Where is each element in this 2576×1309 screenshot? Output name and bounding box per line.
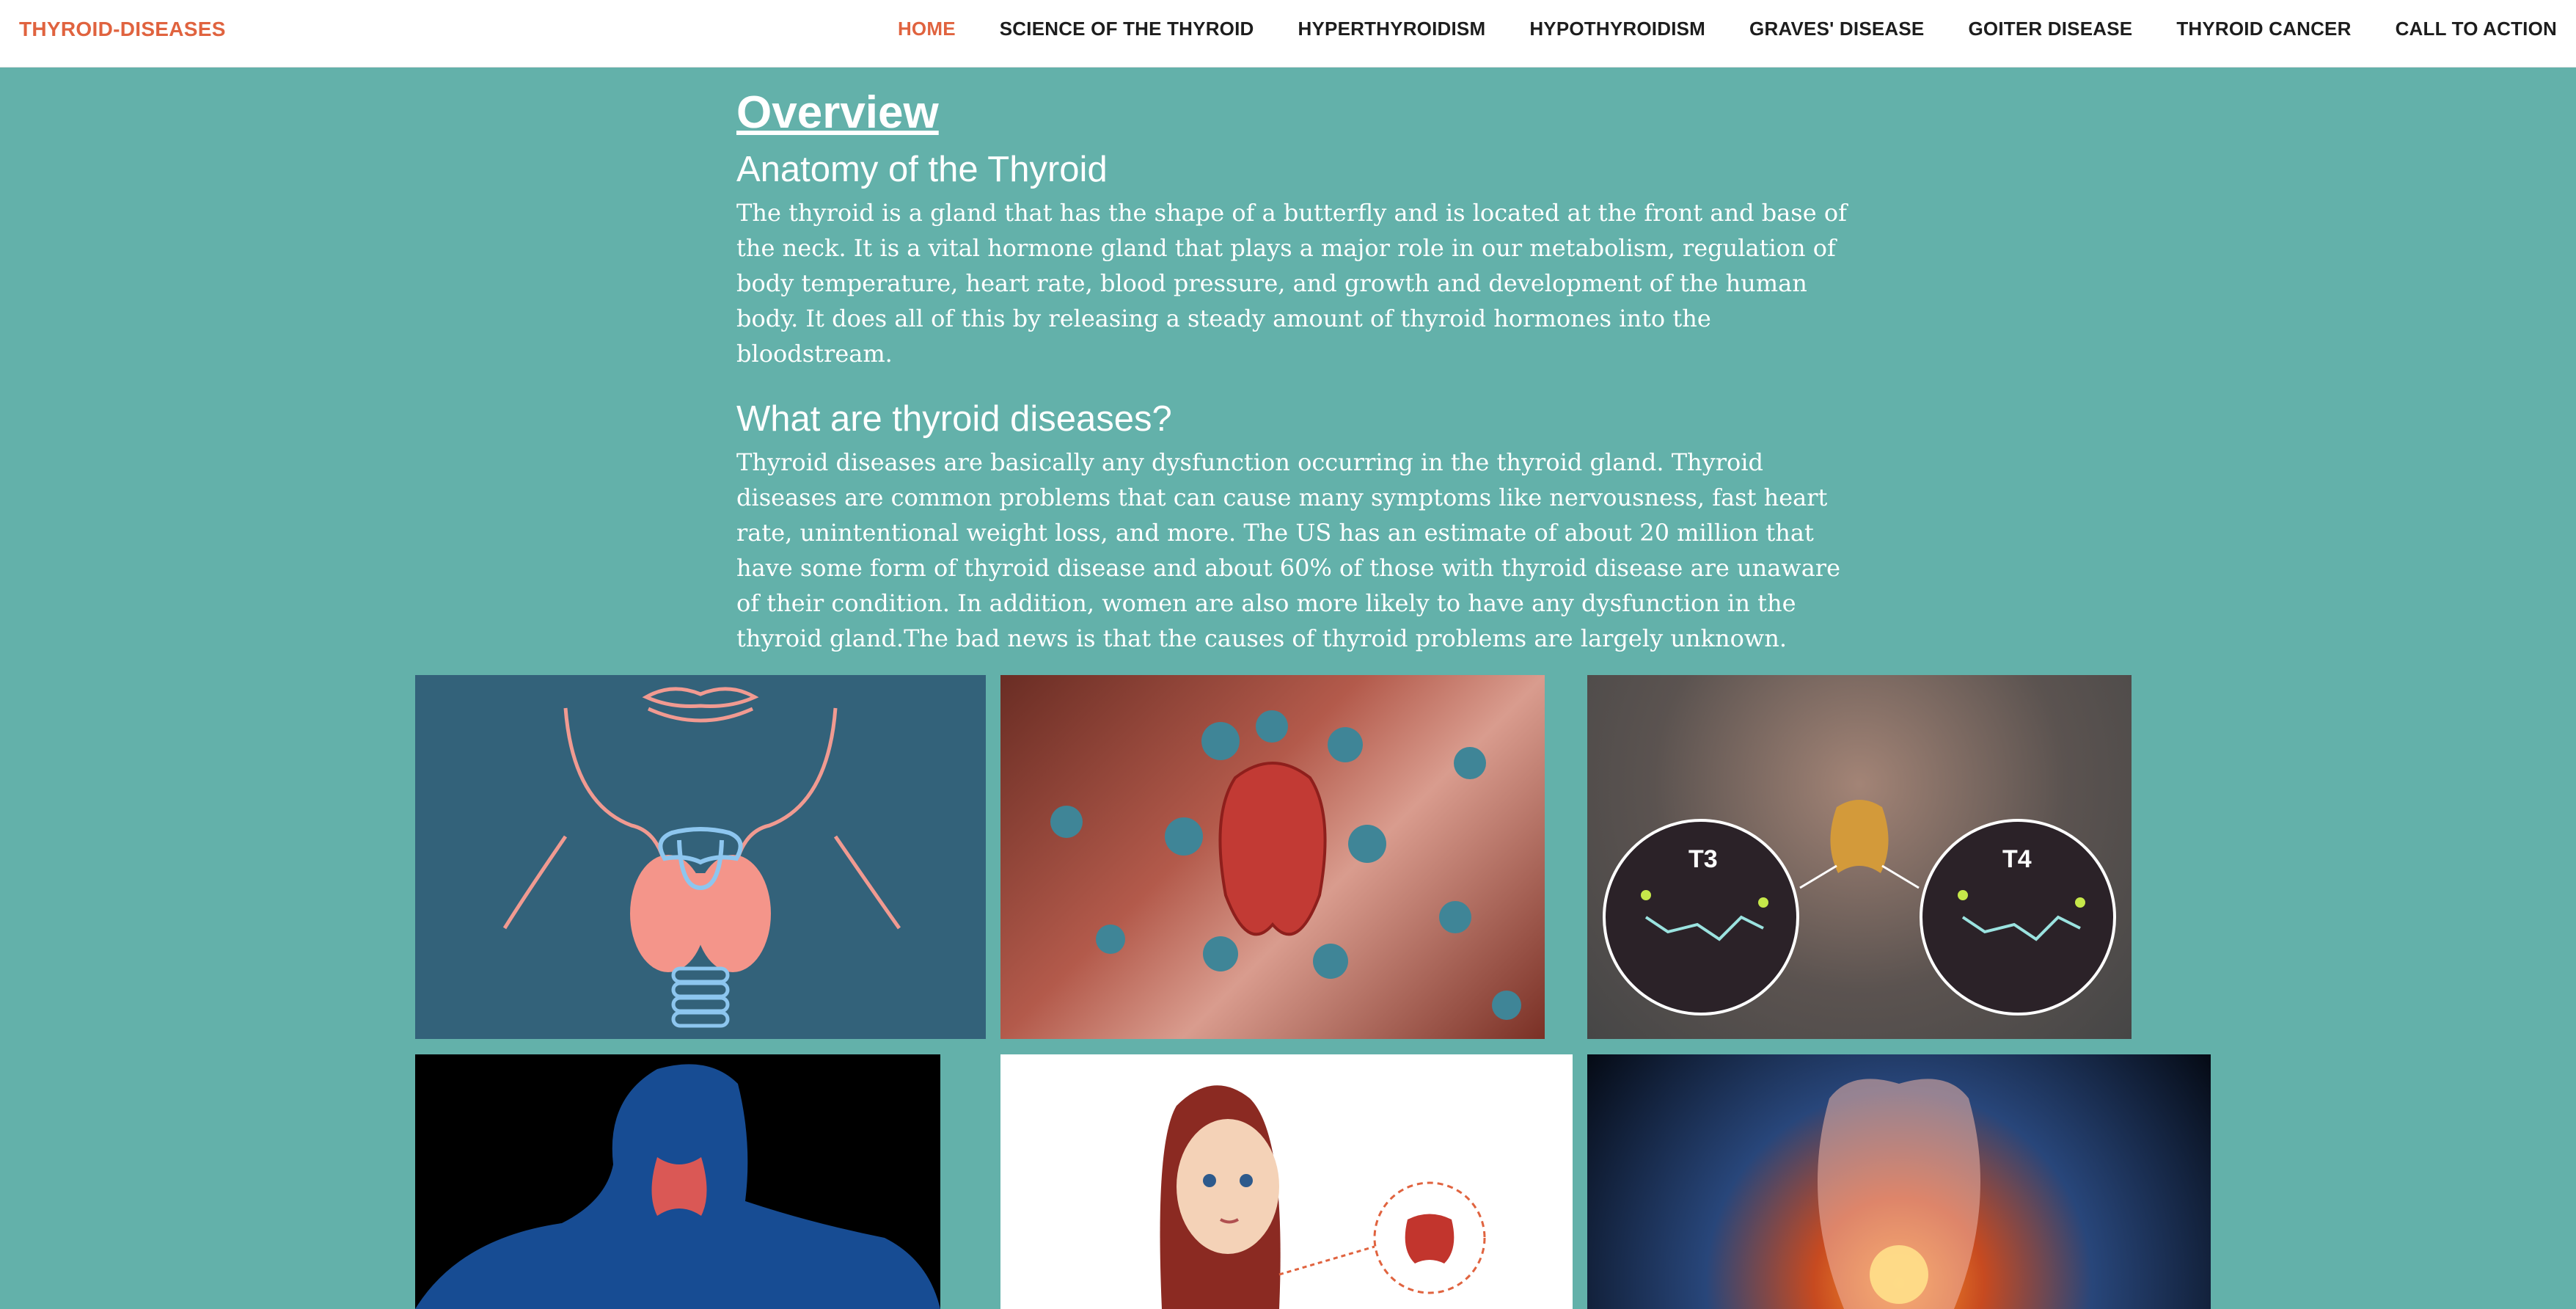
page-title: Overview (736, 87, 939, 138)
antibodies-attacking-thyroid-image (1000, 675, 1545, 1039)
main-nav: HOME SCIENCE OF THE THYROID HYPERTHYROID… (898, 18, 2557, 40)
top-navbar: THYROID-DISEASES HOME SCIENCE OF THE THY… (0, 0, 2576, 68)
nav-graves-disease[interactable]: GRAVES' DISEASE (1749, 18, 1924, 40)
nav-goiter-disease[interactable]: GOITER DISEASE (1968, 18, 2132, 40)
nav-home[interactable]: HOME (898, 18, 956, 40)
nav-hypothyroidism[interactable]: HYPOTHYROIDISM (1529, 18, 1705, 40)
t3-label: T3 (1688, 845, 1718, 873)
t4-label: T4 (2002, 845, 2032, 873)
xray-thyroid-image (415, 1054, 940, 1309)
thyroid-hormones-image: T3 T4 (1587, 675, 2132, 1039)
nav-call-to-action[interactable]: CALL TO ACTION (2396, 18, 2557, 40)
nav-hyperthyroidism[interactable]: HYPERTHYROIDISM (1298, 18, 1486, 40)
site-logo-link[interactable]: THYROID-DISEASES (19, 18, 226, 41)
nav-science-of-thyroid[interactable]: SCIENCE OF THE THYROID (1000, 18, 1254, 40)
thyroid-cancer-image (1587, 1054, 2211, 1309)
anatomy-heading: Anatomy of the Thyroid (736, 150, 1108, 189)
woman-thyroid-illustration (1000, 1054, 1573, 1309)
nav-thyroid-cancer[interactable]: THYROID CANCER (2176, 18, 2351, 40)
diseases-paragraph: Thyroid diseases are basically any dysfu… (736, 448, 1840, 652)
thyroid-diagram-image (415, 675, 986, 1039)
overview-section: Overview Anatomy of the Thyroid The thyr… (736, 82, 1851, 656)
diseases-heading: What are thyroid diseases? (736, 399, 1172, 439)
anatomy-paragraph: The thyroid is a gland that has the shap… (736, 199, 1847, 368)
